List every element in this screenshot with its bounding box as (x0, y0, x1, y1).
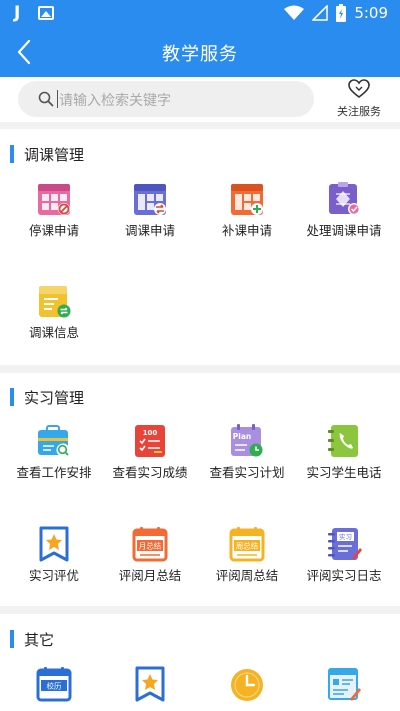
item-label: 查看工作安排 (16, 465, 92, 480)
item-school-calendar[interactable]: 校历 (14, 666, 94, 708)
wifi-icon (284, 5, 305, 20)
edit-document-icon (328, 668, 361, 701)
calendar-add-icon (231, 184, 263, 215)
item-favorite[interactable] (110, 666, 190, 708)
section-internship: 实习管理 查看工作安排 100 查看实习成绩 Plan 查看实习计划 实习学生电… (0, 373, 400, 606)
item-label: 查看实习成绩 (112, 465, 188, 480)
school-calendar-icon: 校历 (36, 667, 72, 702)
section-title: 其它 (24, 630, 55, 649)
svg-text:Plan: Plan (233, 432, 251, 441)
plan-icon: Plan (231, 424, 263, 457)
item-label: 评阅周总结 (215, 568, 279, 583)
image-notification-icon (38, 6, 54, 20)
item-adjust-class[interactable]: 调课申请 (110, 181, 190, 239)
item-work-schedule[interactable]: 查看工作安排 (14, 423, 94, 481)
nav-bar: 教学服务 (0, 27, 400, 77)
follow-service-label: 关注服务 (337, 105, 381, 118)
app-notification-icon: J (14, 3, 21, 23)
item-handle-request[interactable]: 处理调课申请 (304, 181, 384, 239)
award-icon (39, 526, 69, 562)
svg-text:100: 100 (143, 429, 158, 437)
item-adjust-info[interactable]: 调课信息 (14, 283, 94, 341)
svg-text:月总结: 月总结 (139, 541, 162, 551)
item-label: 评阅月总结 (118, 568, 182, 583)
svg-text:周总结: 周总结 (236, 541, 259, 551)
section-title: 调课管理 (24, 145, 85, 164)
calendar-swap-icon (134, 184, 166, 215)
item-label: 评阅实习日志 (306, 568, 382, 583)
search-icon (38, 91, 54, 107)
item-internship-award[interactable]: 实习评优 (14, 526, 94, 584)
item-weekly-summary[interactable]: 周总结 评阅周总结 (207, 526, 287, 584)
item-internship-score[interactable]: 100 查看实习成绩 (110, 423, 190, 481)
page-title: 教学服务 (162, 44, 238, 65)
item-label: 补课申请 (221, 223, 272, 238)
top-bar: J 5:09 教学服务 (0, 0, 400, 77)
favorite-icon (135, 666, 165, 702)
search-input[interactable]: 请输入检索关键字 (18, 81, 314, 117)
item-label: 停课申请 (28, 223, 79, 238)
search-placeholder: 请输入检索关键字 (59, 93, 171, 109)
internship-log-icon: 实习 (328, 528, 362, 560)
item-makeup-class[interactable]: 补课申请 (207, 181, 287, 239)
heart-icon (348, 79, 370, 99)
status-bar: J 5:09 (0, 0, 400, 27)
handle-request-icon (329, 182, 360, 215)
phone-book-icon (328, 425, 358, 457)
info-swap-icon (39, 286, 71, 318)
item-internship-plan[interactable]: Plan 查看实习计划 (207, 423, 287, 481)
work-schedule-icon (38, 425, 70, 457)
item-label: 查看实习计划 (209, 465, 285, 480)
item-student-phone[interactable]: 实习学生电话 (304, 423, 384, 481)
section-other: 其它 校历 (0, 614, 400, 711)
calendar-stop-icon (38, 184, 70, 215)
text-caret (57, 90, 58, 108)
item-internship-log[interactable]: 实习 评阅实习日志 (304, 526, 384, 584)
item-stop-class[interactable]: 停课申请 (14, 181, 94, 239)
item-label: 调课申请 (124, 223, 175, 238)
section-accent-bar (10, 388, 14, 406)
section-course-adjust: 调课管理 停课申请 调课申请 补课申请 处理调课申请 调课信息 (0, 129, 400, 365)
section-accent-bar (10, 145, 14, 163)
item-edit-document[interactable] (304, 666, 384, 708)
item-label: 实习评优 (28, 568, 79, 583)
svg-text:实习: 实习 (339, 532, 352, 541)
item-label: 实习学生电话 (306, 465, 382, 480)
monthly-summary-icon: 月总结 (132, 527, 168, 562)
section-accent-bar (10, 630, 14, 648)
battery-icon (336, 4, 347, 22)
item-monthly-summary[interactable]: 月总结 评阅月总结 (110, 526, 190, 584)
follow-service-button[interactable]: 关注服务 (330, 79, 388, 119)
search-row: 请输入检索关键字 关注服务 (0, 77, 400, 122)
item-clock[interactable] (207, 666, 287, 708)
status-time: 5:09 (354, 4, 388, 22)
signal-icon (312, 5, 329, 21)
score-icon: 100 (135, 425, 165, 457)
clock-icon (231, 669, 263, 701)
section-title: 实习管理 (24, 388, 85, 407)
item-label: 处理调课申请 (306, 223, 382, 238)
svg-text:校历: 校历 (47, 681, 62, 691)
weekly-summary-icon: 周总结 (229, 527, 265, 562)
item-label: 调课信息 (28, 325, 79, 340)
